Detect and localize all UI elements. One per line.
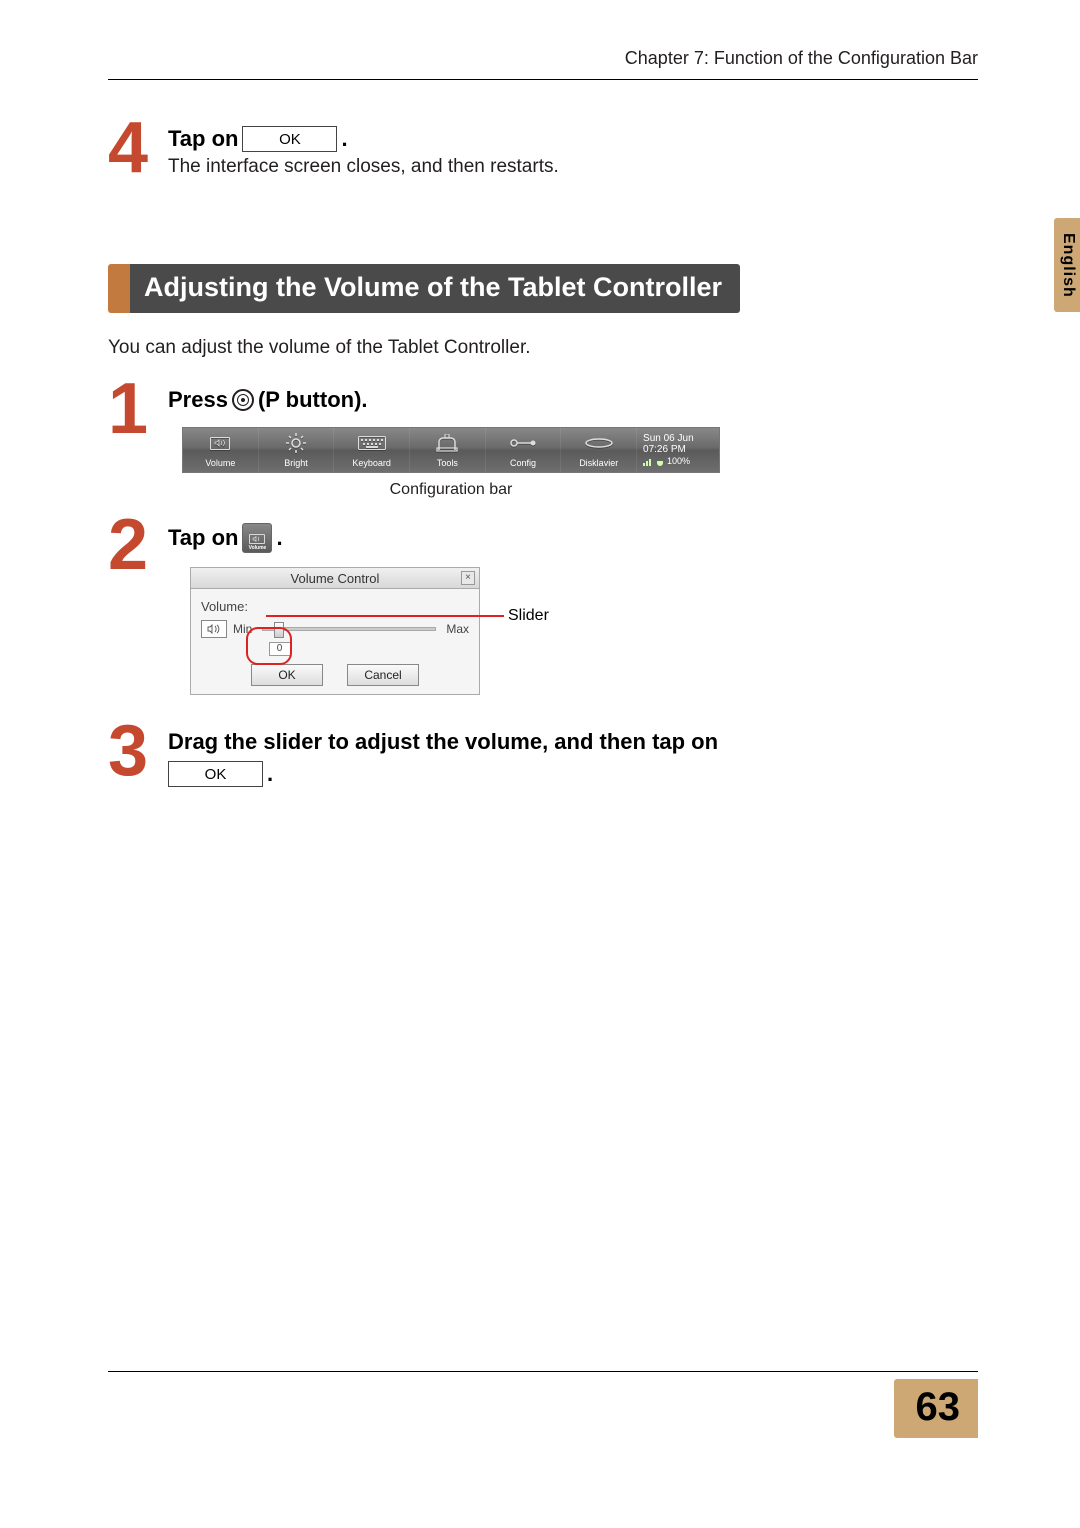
section-title: Adjusting the Volume of the Tablet Contr… (130, 264, 740, 313)
plug-icon (656, 458, 664, 466)
mute-toggle[interactable] (201, 620, 227, 638)
config-bar-label: Tools (437, 458, 458, 468)
tools-icon (435, 434, 459, 452)
step-number: 2 (108, 517, 168, 575)
config-icon (509, 437, 537, 449)
section-intro: You can adjust the volume of the Tablet … (108, 337, 978, 359)
slider-max-label: Max (446, 622, 469, 636)
ok-button-graphic: OK (242, 126, 337, 152)
step-number: 3 (108, 723, 168, 781)
config-bar-item-tools[interactable]: Tools (410, 428, 486, 472)
volume-label: Volume: (201, 599, 248, 614)
config-bar-item-keyboard[interactable]: Keyboard (334, 428, 410, 472)
step3-title: Drag the slider to adjust the volume, an… (168, 729, 718, 754)
section-heading: Adjusting the Volume of the Tablet Contr… (108, 264, 978, 313)
period: . (267, 761, 273, 787)
step-3: 3 Drag the slider to adjust the volume, … (108, 723, 978, 787)
language-tab: English (1054, 218, 1080, 312)
step1-title-suffix: (P button). (258, 387, 368, 413)
config-bar-label: Keyboard (352, 458, 391, 468)
chapter-header: Chapter 7: Function of the Configuration… (108, 48, 978, 80)
volume-icon (210, 437, 230, 450)
clock-day: Sun 06 Jun (643, 433, 694, 444)
config-bar-label: Volume (205, 458, 235, 468)
ok-button[interactable]: OK (251, 664, 323, 686)
period: . (276, 525, 282, 551)
close-button[interactable]: × (461, 571, 475, 585)
step4-title-prefix: Tap on (168, 126, 238, 152)
annotation-slider-label: Slider (508, 607, 549, 625)
period: . (341, 126, 347, 152)
step-2: 2 Tap on Volume . Volume Control × (108, 517, 978, 695)
section-accent-bar (108, 264, 130, 313)
ok-button-graphic: OK (168, 761, 263, 787)
configuration-bar: Volume Bright Keyboard (182, 427, 720, 473)
volume-icon (249, 534, 265, 544)
annotation-circle (246, 627, 292, 665)
step4-desc: The interface screen closes, and then re… (168, 156, 978, 178)
config-bar-item-disklavier[interactable]: Disklavier (561, 428, 637, 472)
config-bar-label: Config (510, 458, 536, 468)
config-bar-label: Disklavier (579, 458, 618, 468)
disklavier-icon (584, 437, 614, 449)
step-number: 4 (108, 120, 168, 178)
config-bar-clock: Sun 06 Jun 07:26 PM 100% (637, 428, 719, 472)
config-bar-caption: Configuration bar (182, 481, 720, 499)
annotation-line (266, 615, 504, 617)
step-4: 4 Tap on OK . The interface screen close… (108, 120, 978, 178)
volume-control-dialog: Volume Control × Volume: Min (190, 567, 480, 695)
brightness-icon (285, 432, 307, 454)
dialog-title: Volume Control (291, 571, 380, 586)
cancel-button[interactable]: Cancel (347, 664, 419, 686)
battery-pct: 100% (667, 457, 690, 467)
volume-tile-graphic: Volume (242, 523, 272, 553)
dialog-titlebar: Volume Control × (190, 567, 480, 589)
step1-title-prefix: Press (168, 387, 228, 413)
config-bar-label: Bright (284, 458, 308, 468)
keyboard-icon (358, 436, 386, 450)
config-bar-item-volume[interactable]: Volume (183, 428, 259, 472)
signal-icon (643, 458, 653, 466)
clock-time: 07:26 PM (643, 444, 686, 455)
config-bar-item-config[interactable]: Config (486, 428, 562, 472)
footer-rule (108, 1371, 978, 1372)
step-1: 1 Press (P button). Volume Brig (108, 381, 978, 499)
step2-title-prefix: Tap on (168, 525, 238, 551)
page-number: 63 (894, 1379, 979, 1438)
p-button-icon (232, 389, 254, 411)
volume-tile-label: Volume (249, 545, 267, 551)
step-number: 1 (108, 381, 168, 439)
config-bar-item-bright[interactable]: Bright (259, 428, 335, 472)
